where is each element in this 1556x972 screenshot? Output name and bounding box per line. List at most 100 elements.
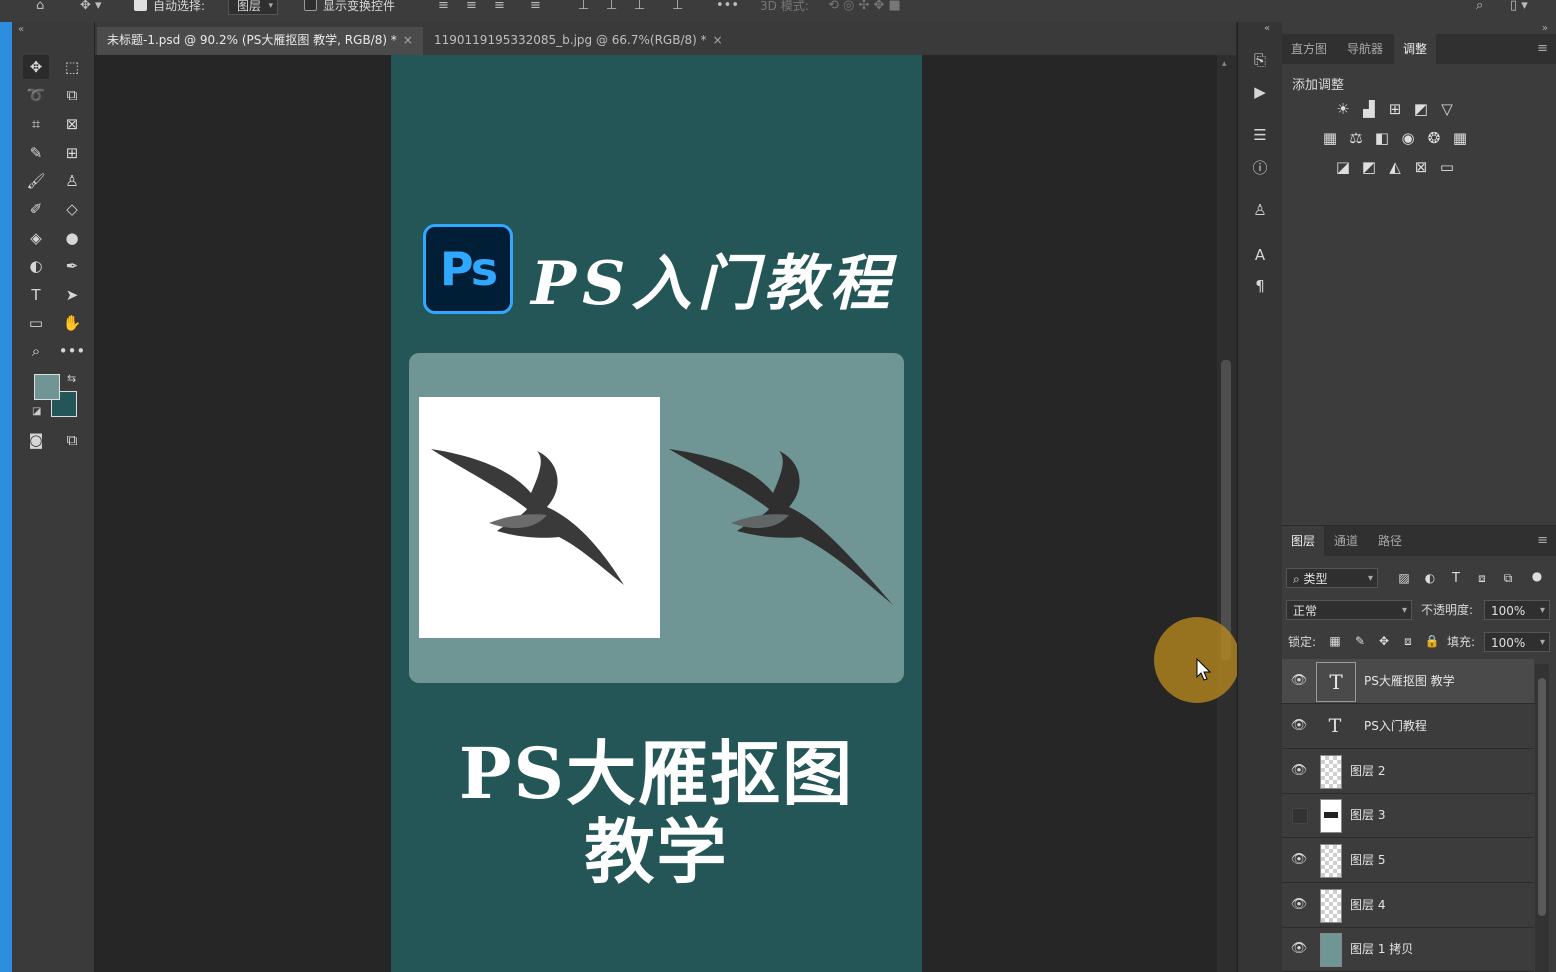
frame-tool-icon[interactable]: ⊠ (59, 112, 85, 136)
filter-shape-icon[interactable]: ⧈ (1473, 569, 1491, 587)
visibility-eye-icon[interactable]: 👁 (1290, 897, 1308, 913)
filter-toggle-icon[interactable]: ● (1528, 567, 1546, 585)
brightness-icon[interactable]: ☀ (1334, 100, 1352, 118)
more-tools-icon[interactable]: ••• (59, 339, 86, 363)
close-tab-icon[interactable]: × (713, 33, 723, 47)
hand-tool-icon[interactable]: ✋ (59, 311, 85, 335)
align-middle-icon[interactable]: ⊥ (606, 0, 617, 15)
tab-jpg-image[interactable]: 1190119195332085_b.jpg @ 66.7%(RGB/8) * × (424, 27, 733, 55)
workspace-icon[interactable]: ▯ ▾ (1510, 0, 1528, 15)
actions-play-icon[interactable]: ▶ (1247, 80, 1273, 104)
canvas-scroll-thumb[interactable] (1221, 360, 1231, 660)
type-tool-icon[interactable]: T (23, 283, 49, 307)
selective-color-icon[interactable]: ⊠ (1412, 158, 1430, 176)
photo-filter-icon[interactable]: ◉ (1399, 129, 1417, 147)
layer-row[interactable]: 👁 T PS入门教程 (1282, 704, 1534, 749)
close-tab-icon[interactable]: × (403, 33, 413, 47)
lock-position-icon[interactable]: ✥ (1375, 632, 1393, 650)
posterize-icon[interactable]: ◩ (1360, 158, 1378, 176)
visibility-eye-icon[interactable]: 👁 (1290, 673, 1308, 689)
align-left-icon[interactable]: ≡ (438, 0, 449, 15)
tab-untitled-psd[interactable]: 未标题-1.psd @ 90.2% (PS大雁抠图 教学, RGB/8) * × (97, 27, 423, 55)
threshold-icon[interactable]: ◭ (1386, 158, 1404, 176)
auto-select-target-dropdown[interactable]: 图层 (228, 0, 279, 15)
filter-type-icon[interactable]: T (1447, 569, 1465, 587)
align-top-icon[interactable]: ⊥ (578, 0, 589, 15)
color-balance-icon[interactable]: ⚖ (1347, 129, 1365, 147)
lasso-tool-icon[interactable]: ➰ (23, 83, 49, 107)
blur-tool-icon[interactable]: ● (59, 226, 85, 250)
paint-bucket-icon[interactable]: ◈ (23, 226, 49, 250)
marquee-tool-icon[interactable]: ⬚ (59, 55, 85, 79)
healing-tool-icon[interactable]: ⊞ (59, 141, 85, 165)
curves-icon[interactable]: ⊞ (1386, 100, 1404, 118)
brush-tool-icon[interactable]: 🖌 (23, 169, 49, 193)
character-panel-icon[interactable]: A (1247, 243, 1273, 267)
stamp-source-icon[interactable]: ♙ (1247, 198, 1273, 222)
more-options-icon[interactable]: ••• (716, 0, 739, 15)
swap-colors-icon[interactable]: ⇆ (67, 372, 76, 385)
layer-filter-dropdown[interactable]: ⌕ 类型 ▾ (1286, 568, 1378, 588)
properties-panel-icon[interactable]: ☰ (1247, 123, 1273, 147)
tab-channels[interactable]: 通道 (1326, 526, 1366, 556)
info-panel-icon[interactable]: ⓘ (1247, 155, 1273, 179)
filter-adjustment-icon[interactable]: ◐ (1421, 569, 1439, 587)
tab-adjustments[interactable]: 调整 (1394, 34, 1436, 64)
align-center-icon[interactable]: ≡ (466, 0, 477, 15)
opacity-field[interactable]: 100% ▾ (1484, 600, 1550, 620)
panel-menu-icon[interactable]: ≡ (1537, 34, 1548, 64)
distribute-icon[interactable]: ≡ (530, 0, 541, 15)
blend-mode-dropdown[interactable]: 正常 ▾ (1286, 600, 1412, 620)
layer-row[interactable]: 👁 图层 4 (1282, 883, 1534, 928)
pen-tool-icon[interactable]: ✒ (59, 254, 85, 278)
layer-row[interactable]: 👁 图层 5 (1282, 838, 1534, 883)
move-tool-preset-icon[interactable]: ✥ ▾ (80, 0, 102, 15)
crop-tool-icon[interactable]: ⌗ (23, 112, 49, 136)
collapse-panels-icon[interactable]: » (1542, 23, 1548, 34)
history-panel-icon[interactable]: ⎘ (1247, 48, 1273, 72)
gradient-map-icon[interactable]: ▭ (1438, 158, 1456, 176)
visibility-eye-icon[interactable]: 👁 (1290, 941, 1308, 957)
hue-saturation-icon[interactable]: ▦ (1321, 129, 1339, 147)
paragraph-panel-icon[interactable]: ¶ (1247, 274, 1273, 298)
move-tool-icon[interactable]: ✥ (23, 55, 49, 79)
tab-histogram[interactable]: 直方图 (1282, 34, 1336, 64)
layer-row[interactable]: 👁 图层 2 (1282, 749, 1534, 794)
lock-all-icon[interactable]: 🔒 (1423, 632, 1441, 650)
filter-smart-icon[interactable]: ⧉ (1499, 569, 1517, 587)
tab-paths[interactable]: 路径 (1368, 526, 1412, 556)
stamp-tool-icon[interactable]: ♙ (59, 169, 85, 193)
vibrance-icon[interactable]: ▽ (1438, 100, 1456, 118)
path-select-icon[interactable]: ➤ (59, 283, 85, 307)
collapse-tools-icon[interactable]: « (18, 24, 24, 35)
invert-icon[interactable]: ◪ (1334, 158, 1352, 176)
eyedropper-tool-icon[interactable]: ✎ (23, 141, 49, 165)
layers-menu-icon[interactable]: ≡ (1537, 526, 1548, 556)
black-white-icon[interactable]: ◧ (1373, 129, 1391, 147)
distribute-vertical-icon[interactable]: ⊥ (672, 0, 683, 15)
default-colors-icon[interactable]: ◪ (32, 406, 41, 417)
exposure-icon[interactable]: ◩ (1412, 100, 1430, 118)
lock-pixels-icon[interactable]: ✎ (1351, 632, 1369, 650)
home-icon[interactable]: ⌂ (36, 0, 44, 15)
auto-select-checkbox[interactable]: 自动选择: (134, 0, 205, 15)
layer-row[interactable]: 👁 图层 1 拷贝 (1282, 927, 1534, 972)
layers-scroll-thumb[interactable] (1538, 678, 1546, 916)
align-bottom-icon[interactable]: ⊥ (634, 0, 645, 15)
channel-mixer-icon[interactable]: ❂ (1425, 129, 1443, 147)
color-lookup-icon[interactable]: ▦ (1451, 129, 1469, 147)
lock-artboard-icon[interactable]: ⧈ (1399, 632, 1417, 650)
screen-mode-icon[interactable]: ⧉ (59, 428, 85, 452)
scroll-up-icon[interactable]: ▴ (1222, 59, 1227, 69)
lock-transparency-icon[interactable]: ▦ (1326, 632, 1344, 650)
show-transform-checkbox[interactable]: 显示变换控件 (304, 0, 395, 15)
foreground-color-swatch[interactable] (34, 374, 60, 400)
object-select-tool-icon[interactable]: ⧉ (59, 83, 85, 107)
zoom-tool-icon[interactable]: ⌕ (23, 339, 49, 363)
eraser-tool-icon[interactable]: ◇ (59, 197, 85, 221)
align-right-icon[interactable]: ≡ (494, 0, 505, 15)
visibility-eye-icon[interactable]: 👁 (1290, 763, 1308, 779)
fill-field[interactable]: 100% ▾ (1484, 632, 1550, 652)
visibility-off-box[interactable] (1292, 808, 1308, 824)
levels-icon[interactable]: ▟ (1360, 100, 1378, 118)
